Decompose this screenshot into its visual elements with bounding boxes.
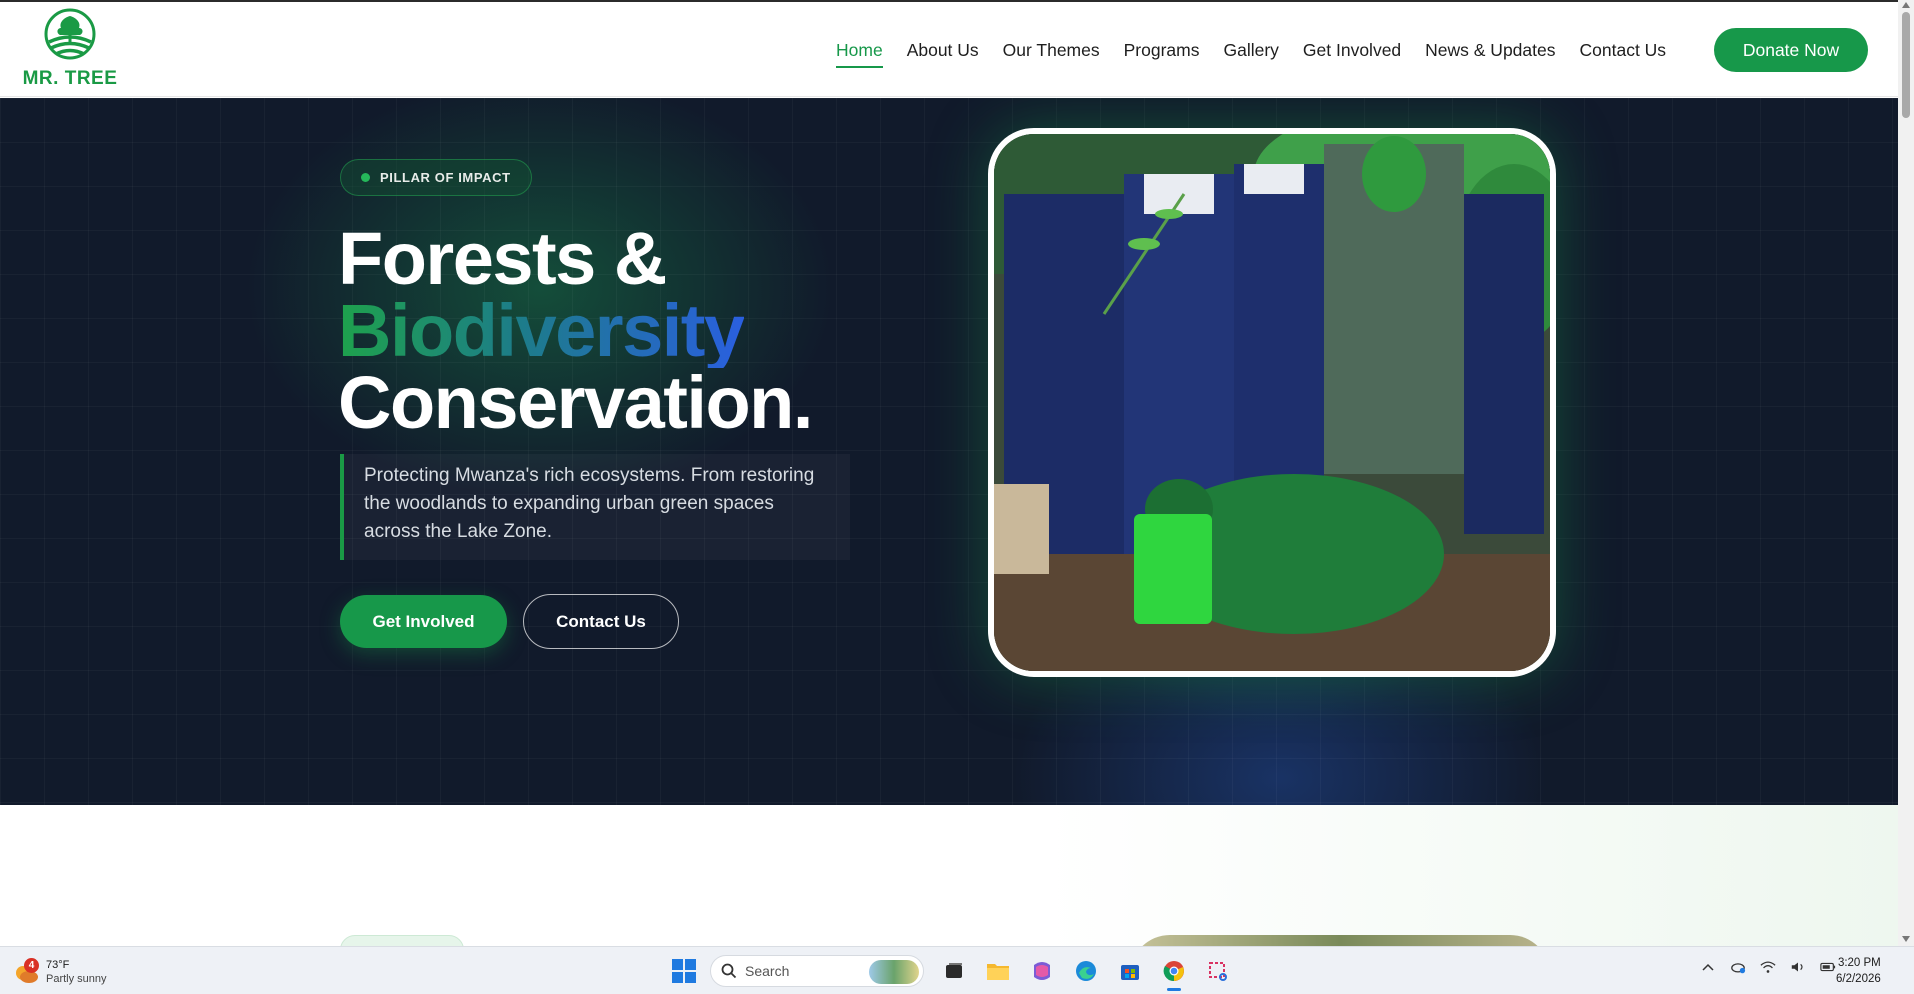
chrome-icon[interactable] bbox=[1160, 957, 1188, 991]
nav-programs[interactable]: Programs bbox=[1124, 40, 1200, 68]
taskbar-search-label: Search bbox=[745, 963, 790, 979]
windows-start-icon[interactable] bbox=[672, 959, 696, 983]
wifi-icon[interactable] bbox=[1760, 959, 1776, 975]
nav-contact-us[interactable]: Contact Us bbox=[1580, 40, 1667, 68]
edge-icon[interactable] bbox=[1072, 957, 1100, 985]
weather-temperature: 73°F bbox=[46, 959, 70, 971]
site-header: MR. TREE Home About Us Our Themes Progra… bbox=[0, 2, 1898, 97]
nav-our-themes[interactable]: Our Themes bbox=[1003, 40, 1100, 68]
windows-taskbar: 4 73°F Partly sunny Search 3:20 PM 6/2/2… bbox=[0, 946, 1914, 994]
search-icon bbox=[721, 963, 737, 979]
nav-news-updates[interactable]: News & Updates bbox=[1425, 40, 1555, 68]
nav-home[interactable]: Home bbox=[836, 40, 883, 68]
taskbar-search[interactable]: Search bbox=[710, 955, 924, 987]
chevron-up-icon[interactable] bbox=[1700, 959, 1716, 975]
store-icon[interactable] bbox=[1116, 957, 1144, 985]
tree-planting-photo-icon bbox=[994, 134, 1550, 671]
battery-icon[interactable] bbox=[1820, 959, 1836, 975]
clock-date: 6/2/2026 bbox=[1836, 973, 1881, 985]
badge-label: PILLAR OF IMPACT bbox=[380, 170, 511, 185]
hero-title-line-2: Biodiversity bbox=[338, 289, 745, 372]
volume-icon[interactable] bbox=[1790, 959, 1806, 975]
file-explorer-icon[interactable] bbox=[984, 957, 1012, 985]
hero-section: PILLAR OF IMPACT Forests & Biodiversity … bbox=[0, 98, 1898, 805]
hero-photo bbox=[988, 128, 1556, 677]
weather-widget[interactable]: 4 73°F Partly sunny bbox=[12, 955, 132, 989]
get-involved-button[interactable]: Get Involved bbox=[340, 595, 507, 648]
hero-description: Protecting Mwanza's rich ecosystems. Fro… bbox=[340, 454, 850, 560]
snipping-tool-icon[interactable] bbox=[1204, 957, 1232, 985]
brand-name: MR. TREE bbox=[22, 68, 118, 89]
task-view-icon[interactable] bbox=[940, 957, 968, 985]
weather-description: Partly sunny bbox=[46, 973, 107, 985]
hero-title-line-3: Conservation. bbox=[338, 361, 813, 444]
next-section-image bbox=[1130, 935, 1550, 946]
pillar-badge: PILLAR OF IMPACT bbox=[340, 159, 532, 196]
search-highlight-image bbox=[869, 960, 919, 984]
main-nav: Home About Us Our Themes Programs Galler… bbox=[836, 40, 1690, 68]
badge-dot-icon bbox=[361, 173, 370, 182]
nav-gallery[interactable]: Gallery bbox=[1223, 40, 1278, 68]
hero-grid-background bbox=[0, 98, 1898, 805]
brand-logo[interactable]: MR. TREE bbox=[14, 8, 126, 94]
system-tray bbox=[1700, 959, 1836, 975]
clock-time: 3:20 PM bbox=[1837, 957, 1881, 969]
next-section-badge bbox=[340, 935, 464, 946]
taskbar-apps: Search bbox=[672, 953, 1232, 991]
nav-get-involved[interactable]: Get Involved bbox=[1303, 40, 1401, 68]
next-section bbox=[0, 805, 1898, 946]
hero-title-line-1: Forests & bbox=[338, 217, 667, 300]
m365-copilot-icon[interactable] bbox=[1028, 957, 1056, 985]
weather-alert-badge: 4 bbox=[24, 958, 39, 973]
contact-us-button[interactable]: Contact Us bbox=[523, 594, 679, 649]
scroll-up-icon[interactable] bbox=[1902, 2, 1910, 8]
partly-sunny-icon: 4 bbox=[12, 958, 40, 986]
nav-about-us[interactable]: About Us bbox=[907, 40, 979, 68]
system-clock[interactable]: 3:20 PM 6/2/2026 bbox=[1836, 955, 1881, 987]
donate-now-button[interactable]: Donate Now bbox=[1714, 28, 1868, 72]
page-scrollbar[interactable] bbox=[1898, 0, 1914, 946]
onedrive-icon[interactable] bbox=[1730, 959, 1746, 975]
tree-logo-icon bbox=[44, 8, 96, 60]
scroll-down-icon[interactable] bbox=[1902, 936, 1910, 942]
scrollbar-thumb[interactable] bbox=[1902, 12, 1910, 118]
